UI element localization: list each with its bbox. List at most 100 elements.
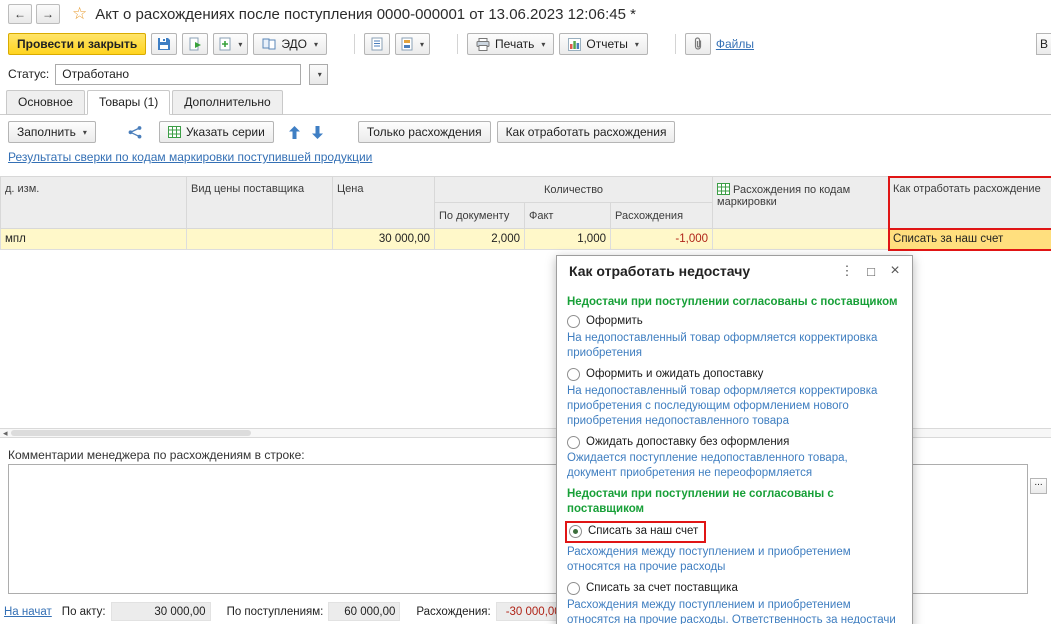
forward-button[interactable]: →: [36, 4, 60, 24]
radio-option-register-and-wait[interactable]: Оформить и ожидать допоставку: [567, 367, 900, 382]
goods-table: д. изм. Вид цены поставщика Цена Количес…: [0, 175, 1051, 251]
close-icon[interactable]: ×: [886, 262, 904, 280]
radio-icon[interactable]: [567, 367, 580, 381]
radio-icon[interactable]: [567, 582, 580, 595]
column-header-by-document: По документу: [434, 202, 525, 229]
specify-series-label: Указать серии: [185, 125, 265, 139]
radio-option-wait-without-register[interactable]: Ожидать допоставку без оформления: [567, 435, 900, 450]
cell-marking[interactable]: [712, 228, 890, 250]
radio-icon[interactable]: [569, 525, 582, 539]
radio-icon[interactable]: [567, 435, 580, 449]
column-header-price-type: Вид цены поставщика: [186, 176, 333, 229]
tab-main[interactable]: Основное: [6, 90, 85, 115]
print-label: Печать: [495, 37, 535, 51]
paperclip-icon: [694, 37, 701, 50]
share-icon: [128, 125, 142, 138]
caret-down-icon: ▾: [541, 39, 546, 49]
print-button[interactable]: Печать ▾: [467, 33, 555, 55]
specify-series-button[interactable]: Указать серии: [158, 121, 274, 143]
post-document-button[interactable]: [182, 33, 209, 55]
cell-fact[interactable]: 1,000: [524, 228, 611, 250]
radio-option-register[interactable]: Оформить: [567, 314, 900, 329]
toolbar-separator: [457, 34, 459, 54]
more-button-partial[interactable]: В: [1036, 33, 1051, 55]
favorite-star-icon[interactable]: ☆: [72, 4, 87, 24]
tab-strip: Основное Товары (1) Дополнительно: [6, 90, 283, 115]
edo-label: ЭДО: [281, 37, 308, 51]
radio-label: Списать за наш счет: [588, 525, 699, 538]
caret-down-icon: ▾: [238, 39, 243, 49]
cell-by-document[interactable]: 2,000: [434, 228, 525, 250]
save-button[interactable]: [151, 33, 178, 55]
by-receipts-label: По поступлениям:: [226, 605, 324, 618]
table-row[interactable]: мпл 30 000,00 2,000 1,000 -1,000 Списать…: [0, 227, 1051, 251]
toolbar-separator: [674, 34, 676, 54]
reports-label: Отчеты: [586, 37, 628, 51]
comments-more-button[interactable]: ...: [1030, 478, 1047, 494]
move-row-down-button[interactable]: [309, 125, 326, 139]
comments-label: Комментарии менеджера по расхождениям в …: [8, 448, 305, 462]
cell-unit[interactable]: мпл: [0, 228, 187, 250]
tab-goods[interactable]: Товары (1): [86, 90, 171, 115]
discuss-share-button[interactable]: [124, 125, 145, 139]
status-combobox[interactable]: Отработано: [55, 63, 302, 85]
cell-discrepancy[interactable]: -1,000: [609, 228, 714, 250]
how-to-process-shortage-dialog: Как отработать недостачу ⋮ □ × Недостачи…: [556, 255, 913, 624]
arrow-down-icon: [311, 125, 323, 139]
option-description: Ожидается поступление недопоставленного …: [567, 452, 848, 480]
radio-label: Ожидать допоставку без оформления: [586, 435, 790, 448]
radio-label: Оформить и ожидать допоставку: [586, 367, 764, 380]
column-header-fact: Факт: [524, 202, 611, 229]
dialog-header: Как отработать недостачу ⋮ □ ×: [557, 256, 912, 286]
document-list-button[interactable]: [364, 33, 391, 55]
column-header-marking: Расхождения по кодам маркировки: [712, 176, 890, 229]
back-button[interactable]: ←: [8, 4, 32, 24]
floppy-icon: [158, 38, 171, 50]
document-plus-icon: [219, 37, 231, 51]
cell-price[interactable]: 30 000,00: [332, 228, 435, 250]
edo-exchange-icon: [262, 38, 276, 50]
option-description: Расхождения между поступлением и приобре…: [567, 598, 896, 624]
tab-additional[interactable]: Дополнительно: [172, 90, 283, 115]
discrepancy-label: Расхождения:: [416, 605, 491, 618]
series-grid-icon: [167, 126, 181, 138]
caret-down-icon: ▾: [317, 69, 322, 79]
colored-document-icon: [401, 37, 413, 51]
printer-icon: [476, 37, 490, 51]
status-label: Статус:: [8, 67, 50, 81]
files-link[interactable]: Файлы: [716, 37, 754, 51]
create-based-on-button[interactable]: ▾: [213, 33, 249, 55]
caret-down-icon: ▾: [420, 39, 425, 49]
radio-label: Оформить: [586, 314, 643, 327]
edo-button[interactable]: ЭДО ▾: [253, 33, 328, 55]
only-discrepancies-button[interactable]: Только расхождения: [357, 121, 491, 143]
scroll-left-icon[interactable]: ◂: [0, 428, 11, 438]
dialog-title: Как отработать недостачу: [569, 263, 751, 279]
marking-reconciliation-link[interactable]: Результаты сверки по кодам маркировки по…: [8, 150, 372, 164]
status-dropdown-button[interactable]: ▾: [309, 63, 329, 85]
caret-down-icon: ▾: [314, 39, 319, 49]
how-to-process-button[interactable]: Как отработать расхождения: [496, 121, 676, 143]
maximize-icon[interactable]: □: [862, 264, 880, 279]
reports-button[interactable]: Отчеты ▾: [559, 33, 648, 55]
radio-option-write-off-supplier-expense[interactable]: Списать за счет поставщика: [567, 581, 900, 596]
attachments-button[interactable]: [684, 33, 711, 55]
marking-actions-button[interactable]: ▾: [395, 33, 431, 55]
radio-icon[interactable]: [567, 314, 580, 328]
post-and-close-button[interactable]: Провести и закрыть: [8, 33, 147, 55]
kebab-menu-icon[interactable]: ⋮: [838, 263, 856, 279]
scrollbar-thumb[interactable]: [10, 430, 251, 436]
cell-price-type[interactable]: [186, 228, 333, 250]
radio-option-write-off-our-expense[interactable]: Списать за наш счет: [565, 521, 900, 544]
toolbar-separator: [354, 34, 356, 54]
chart-icon: [568, 37, 582, 51]
column-header-unit: д. изм.: [0, 176, 187, 229]
to-start-link[interactable]: На начат: [4, 606, 52, 618]
move-row-up-button[interactable]: [286, 125, 303, 139]
fill-button[interactable]: Заполнить ▾: [8, 121, 96, 143]
cell-how-to-process[interactable]: Списать за наш счет: [887, 227, 1051, 251]
page-title: Акт о расхождениях после поступления 000…: [95, 5, 636, 23]
by-act-value: 30 000,00: [110, 602, 211, 621]
column-header-discrepancy: Расхождения: [609, 202, 714, 229]
post-document-icon: [189, 37, 202, 51]
